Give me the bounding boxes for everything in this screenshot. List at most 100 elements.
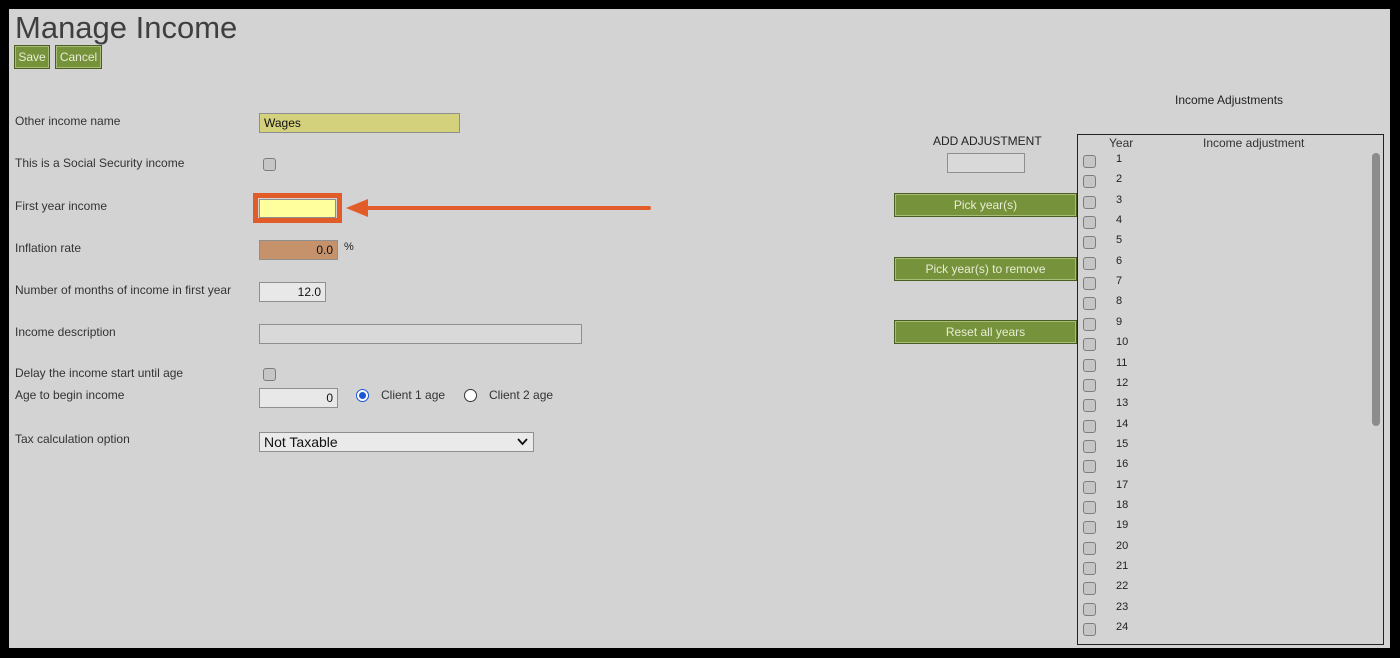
year-row-checkbox[interactable] — [1083, 195, 1096, 209]
callout-arrow — [346, 199, 651, 217]
year-adjustment-list: Year Income adjustment 1 2 3 4 5 6 7 8 9 10 11 12 13… — [1077, 134, 1384, 645]
year-row-number: 20 — [1116, 539, 1129, 552]
year-row-checkbox[interactable] — [1083, 419, 1096, 433]
pick-years-remove-button[interactable]: Pick year(s) to remove — [894, 257, 1077, 281]
year-row[interactable]: 6 — [1078, 254, 1368, 274]
other-income-name-label: Other income name — [15, 114, 121, 128]
year-row-checkbox[interactable] — [1083, 155, 1096, 168]
vertical-scroll-thumb[interactable] — [1372, 153, 1380, 426]
year-row[interactable]: 9 — [1078, 315, 1368, 335]
year-row[interactable]: 7 — [1078, 274, 1368, 294]
pick-years-button[interactable]: Pick year(s) — [894, 193, 1077, 217]
year-row[interactable]: 3 — [1078, 193, 1368, 213]
year-row-number: 16 — [1116, 458, 1129, 471]
year-row-checkbox[interactable] — [1083, 297, 1096, 311]
first-year-income-input[interactable] — [259, 199, 336, 218]
year-row-number: 3 — [1116, 193, 1123, 206]
tax-option-value: Not Taxable — [264, 434, 338, 450]
year-row[interactable]: 8 — [1078, 294, 1368, 314]
year-row[interactable]: 17 — [1078, 478, 1368, 498]
year-row[interactable]: 2 — [1078, 172, 1368, 192]
add-adjustment-input[interactable] — [947, 153, 1025, 173]
year-row-checkbox[interactable] — [1083, 236, 1096, 250]
year-row-checkbox[interactable] — [1083, 256, 1096, 270]
year-row[interactable]: 21 — [1078, 559, 1368, 579]
year-row[interactable]: 16 — [1078, 457, 1368, 477]
year-row-checkbox[interactable] — [1083, 439, 1096, 453]
delay-start-label: Delay the income start until age — [15, 366, 184, 380]
year-row-number: 10 — [1116, 336, 1129, 349]
social-security-checkbox[interactable] — [263, 158, 276, 171]
horizontal-scrollbar[interactable] — [1078, 630, 1369, 644]
delay-start-checkbox[interactable] — [263, 368, 276, 381]
months-first-year-input[interactable] — [259, 282, 326, 302]
year-row[interactable]: 22 — [1078, 579, 1368, 599]
tax-option-select[interactable]: Not Taxable — [259, 432, 534, 452]
vertical-scrollbar[interactable] — [1369, 135, 1383, 630]
income-description-input[interactable] — [259, 324, 582, 344]
income-description-label: Income description — [15, 325, 116, 339]
manage-income-window: Manage Income Save Cancel Other income n… — [9, 9, 1390, 648]
year-row[interactable]: 23 — [1078, 600, 1368, 620]
year-row-number: 22 — [1116, 580, 1129, 593]
year-row-checkbox[interactable] — [1083, 216, 1096, 230]
year-row-number: 9 — [1116, 315, 1123, 328]
age-to-begin-input[interactable] — [259, 388, 338, 408]
year-row-checkbox[interactable] — [1083, 602, 1096, 616]
year-row-checkbox[interactable] — [1083, 460, 1096, 474]
inflation-unit: % — [344, 241, 354, 253]
year-row[interactable]: 12 — [1078, 376, 1368, 396]
year-column-header: Year — [1109, 136, 1134, 150]
client-2-age-radio[interactable] — [464, 389, 477, 402]
year-row[interactable]: 13 — [1078, 396, 1368, 416]
inflation-rate-input[interactable] — [259, 240, 338, 260]
year-row-number: 1 — [1116, 153, 1123, 165]
year-row[interactable]: 5 — [1078, 233, 1368, 253]
year-row[interactable]: 11 — [1078, 356, 1368, 376]
inflation-rate-label: Inflation rate — [15, 241, 82, 255]
year-row-number: 21 — [1116, 560, 1129, 572]
year-row-checkbox[interactable] — [1083, 277, 1096, 291]
client-1-age-label: Client 1 age — [381, 388, 446, 402]
year-row-checkbox[interactable] — [1083, 378, 1096, 392]
year-row-checkbox[interactable] — [1083, 541, 1096, 555]
year-row-number: 2 — [1116, 173, 1123, 186]
chevron-down-icon — [517, 438, 528, 446]
year-row-number: 15 — [1116, 437, 1129, 450]
year-row[interactable]: 4 — [1078, 213, 1368, 233]
year-row-number: 18 — [1116, 498, 1129, 511]
year-row-number: 4 — [1116, 214, 1123, 227]
social-security-label: This is a Social Security income — [15, 156, 185, 170]
year-row[interactable]: 14 — [1078, 417, 1368, 437]
year-row[interactable]: 15 — [1078, 437, 1368, 457]
cancel-button[interactable]: Cancel — [55, 45, 102, 69]
year-row-checkbox[interactable] — [1083, 521, 1096, 535]
year-row-checkbox[interactable] — [1083, 562, 1096, 575]
tax-option-label: Tax calculation option — [15, 432, 130, 446]
year-row[interactable]: 18 — [1078, 498, 1368, 518]
year-row-checkbox[interactable] — [1083, 338, 1096, 352]
months-first-year-label: Number of months of income in first year — [15, 283, 232, 297]
year-row-checkbox[interactable] — [1083, 399, 1096, 413]
client-1-age-radio[interactable] — [356, 389, 369, 402]
age-to-begin-label: Age to begin income — [15, 388, 125, 402]
year-row-number: 11 — [1116, 356, 1128, 369]
year-row-number: 5 — [1116, 234, 1123, 247]
year-row-checkbox[interactable] — [1083, 480, 1096, 494]
year-row-number: 12 — [1116, 376, 1129, 389]
reset-all-years-button[interactable]: Reset all years — [894, 320, 1077, 344]
other-income-name-input[interactable] — [259, 113, 460, 133]
income-adjustments-title: Income Adjustments — [1175, 93, 1284, 107]
year-row-checkbox[interactable] — [1083, 317, 1096, 331]
year-row[interactable]: 20 — [1078, 539, 1368, 559]
year-row-checkbox[interactable] — [1083, 175, 1096, 189]
year-row[interactable]: 1 — [1078, 152, 1368, 172]
year-row[interactable]: 19 — [1078, 518, 1368, 538]
year-row-checkbox[interactable] — [1083, 582, 1096, 596]
income-adjustment-column-header: Income adjustment — [1203, 136, 1305, 150]
save-button[interactable]: Save — [14, 45, 50, 69]
year-row-number: 8 — [1116, 295, 1123, 308]
year-row-checkbox[interactable] — [1083, 358, 1096, 372]
year-row-checkbox[interactable] — [1083, 500, 1096, 514]
year-row[interactable]: 10 — [1078, 335, 1368, 355]
